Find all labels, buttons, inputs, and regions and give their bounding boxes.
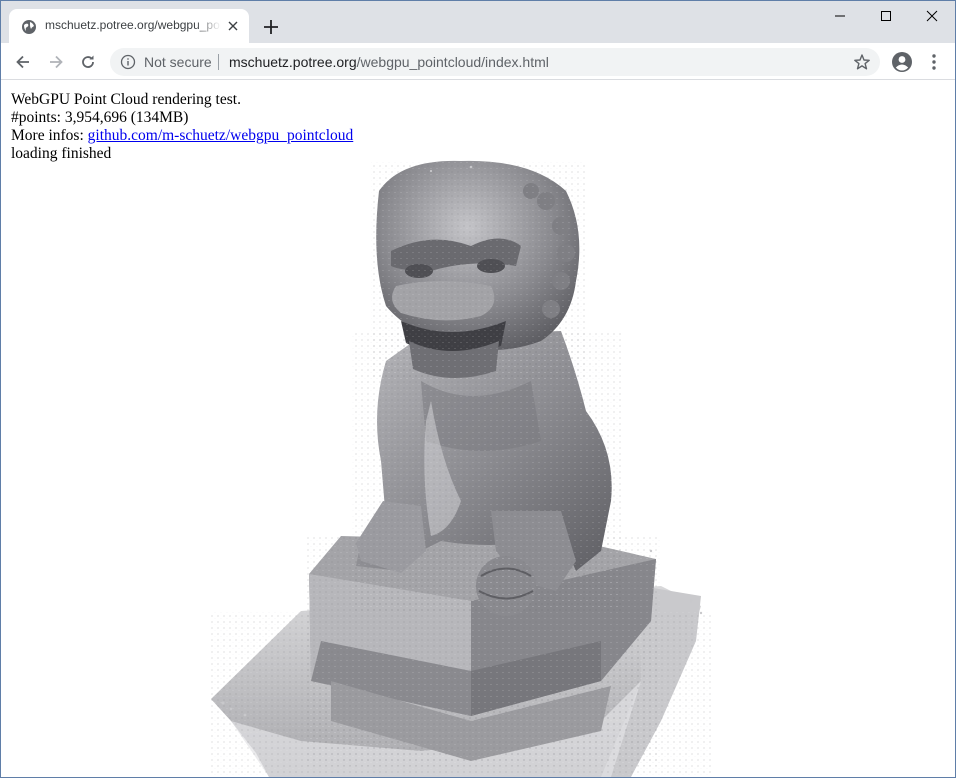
security-label[interactable]: Not secure: [144, 54, 212, 70]
plus-icon[interactable]: [260, 16, 282, 38]
profile-icon[interactable]: [891, 51, 913, 73]
toolbar: Not secure mschuetz.potree.org/webgpu_po…: [1, 43, 955, 80]
maximize-button[interactable]: [863, 1, 909, 31]
window-close-button[interactable]: [909, 1, 955, 31]
forward-button[interactable]: [44, 50, 68, 74]
back-button[interactable]: [11, 50, 35, 74]
tab-title: mschuetz.potree.org/webgpu_pointcloud/in…: [45, 18, 221, 32]
omnibox-divider: [218, 54, 219, 70]
back-arrow-icon: [16, 55, 29, 69]
url-text[interactable]: mschuetz.potree.org/webgpu_pointcloud/in…: [229, 54, 549, 70]
page-content: WebGPU Point Cloud rendering test. #poin…: [1, 81, 955, 777]
tab-active[interactable]: mschuetz.potree.org/webgpu_pointcloud/in…: [9, 9, 249, 43]
kebab-menu-icon[interactable]: [929, 52, 939, 72]
point-cloud-canvas[interactable]: [1, 81, 955, 777]
url-host: mschuetz.potree.org: [229, 54, 357, 70]
info-icon[interactable]: [120, 54, 136, 70]
points-count: #points: 3,954,696 (134MB): [11, 109, 189, 126]
more-infos-label: More infos:: [11, 127, 88, 144]
more-infos-line: More infos: github.com/m-schuetz/webgpu_…: [11, 127, 353, 145]
loading-status: loading finished: [11, 145, 112, 162]
address-bar[interactable]: Not secure mschuetz.potree.org/webgpu_po…: [110, 48, 880, 76]
window-close-icon: [926, 10, 938, 22]
title-line: WebGPU Point Cloud rendering test.: [11, 91, 241, 108]
info-panel: WebGPU Point Cloud rendering test. #poin…: [11, 91, 353, 163]
url-path: /webgpu_pointcloud/index.html: [356, 54, 549, 70]
reload-button[interactable]: [76, 50, 100, 74]
maximize-icon: [881, 11, 891, 21]
github-link[interactable]: github.com/m-schuetz/webgpu_pointcloud: [88, 127, 354, 144]
lion-head: [371, 160, 586, 381]
minimize-icon: [835, 15, 845, 17]
reload-icon: [82, 55, 94, 68]
star-icon[interactable]: [853, 53, 871, 71]
globe-icon: [22, 20, 36, 34]
browser-window: mschuetz.potree.org/webgpu_pointcloud/in…: [0, 0, 956, 778]
tab-strip: mschuetz.potree.org/webgpu_pointcloud/in…: [1, 1, 955, 43]
forward-arrow-icon: [50, 55, 63, 69]
close-icon[interactable]: [225, 18, 241, 34]
minimize-button[interactable]: [817, 1, 863, 31]
